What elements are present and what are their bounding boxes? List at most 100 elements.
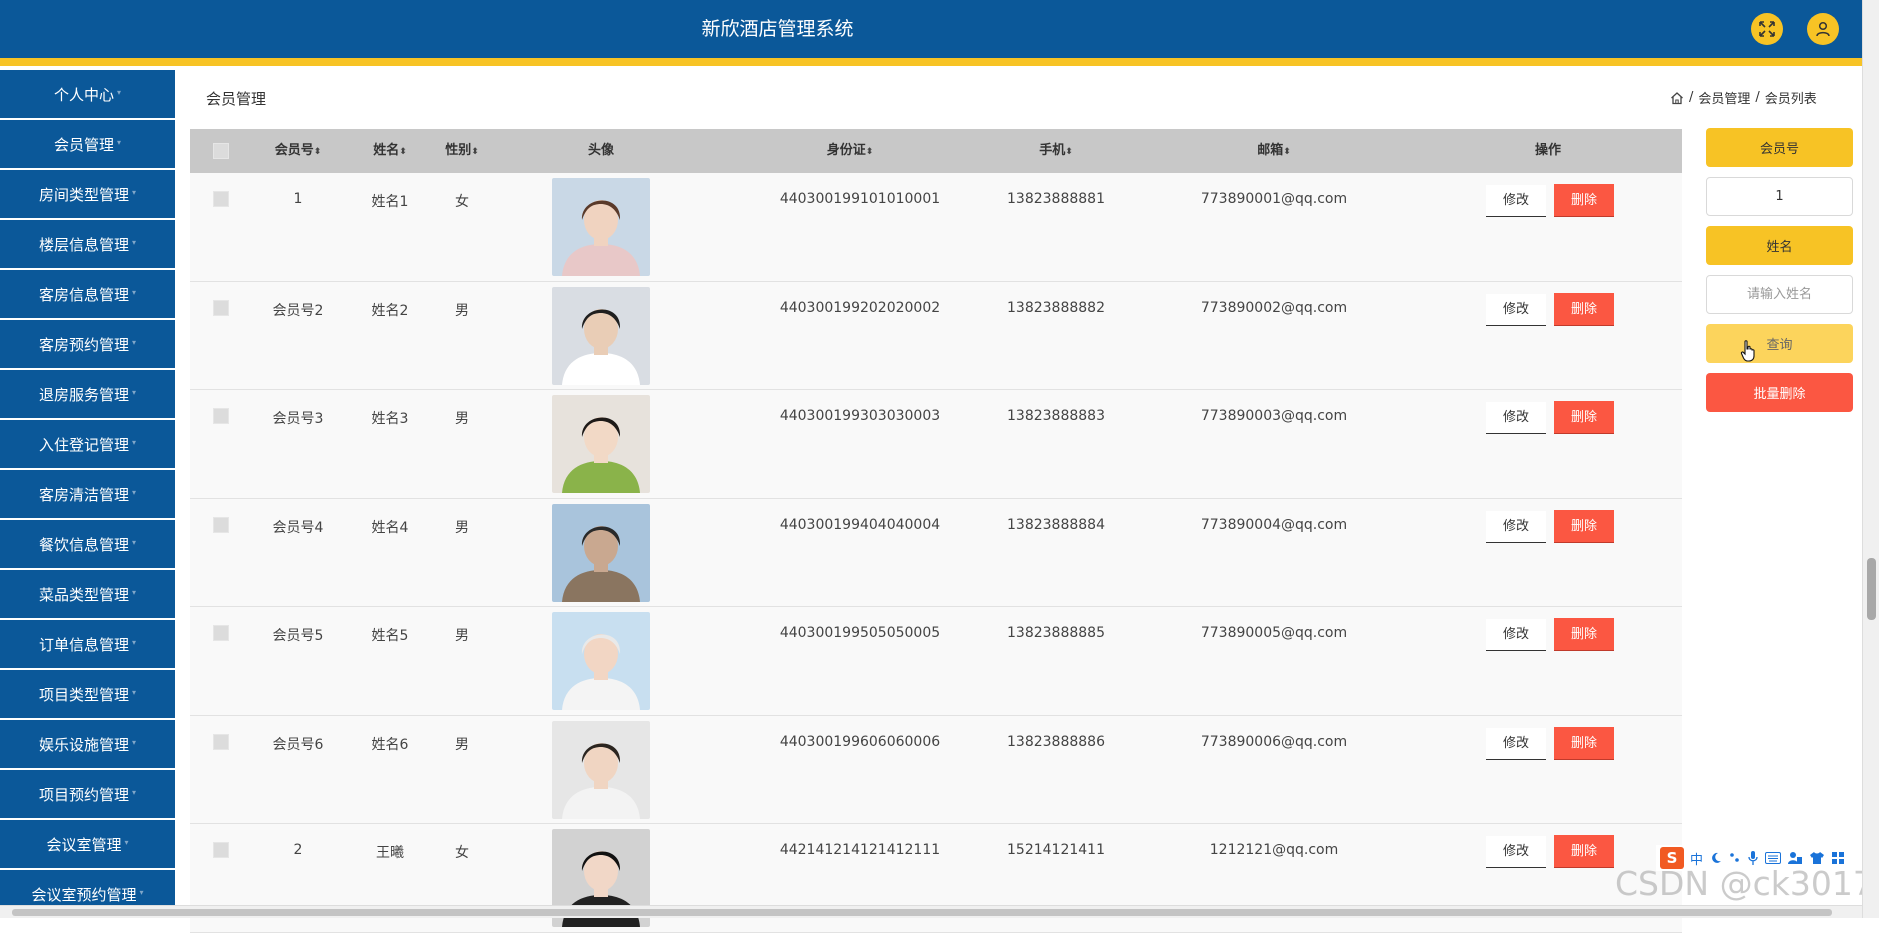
- cell-phone: 13823888883: [1007, 408, 1105, 424]
- keyboard-icon[interactable]: [1765, 852, 1782, 864]
- vertical-scrollbar[interactable]: [1862, 0, 1879, 918]
- vertical-scrollbar-thumb[interactable]: [1867, 558, 1876, 620]
- header-accent-stripe: [0, 58, 1862, 66]
- edit-button[interactable]: 修改: [1486, 293, 1546, 326]
- home-icon[interactable]: [1670, 91, 1684, 105]
- cell-phone: 15214121411: [1007, 842, 1105, 858]
- cell-gender: 女: [455, 845, 469, 861]
- edit-button[interactable]: 修改: [1486, 402, 1546, 434]
- batch-delete-button[interactable]: 批量删除: [1706, 373, 1853, 412]
- row-checkbox[interactable]: [213, 408, 229, 424]
- horizontal-scrollbar-thumb[interactable]: [12, 909, 1832, 916]
- sidebar-item-label: 订单信息管理: [38, 635, 129, 654]
- hand-cursor-icon: [1740, 340, 1755, 362]
- sidebar-item-3[interactable]: 楼层信息管理 ▾: [0, 220, 175, 268]
- edit-button[interactable]: 修改: [1486, 185, 1546, 217]
- row-checkbox[interactable]: [213, 516, 229, 533]
- grid-icon[interactable]: [1831, 851, 1845, 865]
- edit-button[interactable]: 修改: [1486, 619, 1546, 651]
- sidebar-item-13[interactable]: 娱乐设施管理 ▾: [0, 720, 175, 768]
- row-checkbox[interactable]: [213, 733, 229, 750]
- col-email[interactable]: 邮箱⬍: [1224, 129, 1324, 173]
- row-checkbox[interactable]: [213, 299, 229, 316]
- sidebar-item-4[interactable]: 客房信息管理 ▾: [0, 270, 175, 318]
- col-gender[interactable]: 性别⬍: [432, 129, 492, 173]
- sidebar-item-9[interactable]: 餐饮信息管理 ▾: [0, 520, 175, 568]
- delete-button[interactable]: 删除: [1554, 401, 1614, 434]
- sidebar-item-label: 项目预约管理: [38, 785, 129, 804]
- moon-icon[interactable]: [1709, 851, 1723, 865]
- chevron-down-icon: ▾: [117, 87, 122, 97]
- cell-name: 姓名2: [371, 302, 409, 319]
- select-all-checkbox[interactable]: [213, 143, 229, 159]
- edit-button[interactable]: 修改: [1486, 510, 1546, 543]
- horizontal-scrollbar[interactable]: [0, 905, 1862, 918]
- query-button[interactable]: 查询: [1706, 324, 1853, 363]
- sort-icon: ⬍: [471, 147, 479, 157]
- breadcrumb-item-member-management[interactable]: 会员管理: [1698, 88, 1750, 107]
- avatar: [552, 395, 650, 493]
- user-button[interactable]: [1807, 13, 1839, 45]
- col-avatar: 头像: [587, 143, 614, 158]
- table-header: 会员号⬍ 姓名⬍ 性别⬍ 头像 身份证⬍ 手机⬍ 邮箱⬍ 操作: [190, 129, 1682, 173]
- col-id-card[interactable]: 身份证⬍: [790, 129, 910, 173]
- chevron-down-icon: ▾: [139, 887, 144, 897]
- delete-button[interactable]: 删除: [1554, 835, 1614, 868]
- shirt-icon[interactable]: [1809, 851, 1825, 865]
- name-input[interactable]: [1706, 275, 1853, 314]
- col-actions: 操作: [1534, 143, 1561, 158]
- row-checkbox[interactable]: [213, 191, 229, 207]
- cell-member-no: 会员号6: [272, 736, 324, 753]
- sort-icon: ⬍: [1283, 147, 1291, 157]
- sidebar-item-6[interactable]: 退房服务管理 ▾: [0, 370, 175, 418]
- user-group-icon[interactable]: [1787, 851, 1803, 865]
- edit-button[interactable]: 修改: [1486, 836, 1546, 868]
- fullscreen-button[interactable]: [1751, 13, 1783, 45]
- avatar: [552, 286, 650, 385]
- row-checkbox[interactable]: [213, 842, 229, 858]
- cell-member-no: 会员号2: [272, 302, 324, 319]
- sidebar-item-12[interactable]: 项目类型管理 ▾: [0, 670, 175, 718]
- delete-button[interactable]: 删除: [1554, 726, 1614, 760]
- cell-phone: 13823888886: [1007, 733, 1105, 750]
- sidebar-item-label: 客房清洁管理: [38, 485, 129, 504]
- row-checkbox[interactable]: [213, 625, 229, 641]
- edit-button[interactable]: 修改: [1486, 727, 1546, 760]
- sidebar-item-8[interactable]: 客房清洁管理 ▾: [0, 470, 175, 518]
- sidebar-item-label: 会议室预约管理: [31, 885, 137, 904]
- cell-name: 姓名6: [371, 736, 409, 753]
- chevron-down-icon: ▾: [132, 787, 137, 797]
- delete-button[interactable]: 删除: [1554, 618, 1614, 651]
- chevron-down-icon: ▾: [132, 237, 137, 247]
- cell-phone: 13823888882: [1007, 299, 1105, 316]
- member-no-label: 会员号: [1706, 128, 1853, 167]
- col-name[interactable]: 姓名⬍: [360, 129, 420, 173]
- member-no-input[interactable]: [1706, 177, 1853, 216]
- sidebar-item-14[interactable]: 项目预约管理 ▾: [0, 770, 175, 818]
- sidebar-item-10[interactable]: 菜品类型管理 ▾: [0, 570, 175, 618]
- sidebar-item-label: 房间类型管理: [38, 185, 129, 204]
- cell-email: 1212121@qq.com: [1209, 842, 1339, 858]
- delete-button[interactable]: 删除: [1554, 184, 1614, 217]
- sidebar-item-16[interactable]: 会议室预约管理 ▾: [0, 870, 175, 905]
- delete-button[interactable]: 删除: [1554, 509, 1614, 543]
- delete-button[interactable]: 删除: [1554, 292, 1614, 326]
- sidebar-item-11[interactable]: 订单信息管理 ▾: [0, 620, 175, 668]
- sidebar-item-label: 楼层信息管理: [38, 235, 129, 254]
- cell-id-card: 440300199505050005: [779, 625, 941, 641]
- sidebar-item-7[interactable]: 入住登记管理 ▾: [0, 420, 175, 468]
- sidebar-item-1[interactable]: 会员管理 ▾: [0, 120, 175, 168]
- punctuation-icon[interactable]: [1729, 851, 1741, 865]
- col-member-no[interactable]: 会员号⬍: [262, 129, 334, 173]
- cell-email: 773890001@qq.com: [1200, 191, 1348, 207]
- chevron-down-icon: ▾: [132, 587, 137, 597]
- sidebar-item-2[interactable]: 房间类型管理 ▾: [0, 170, 175, 218]
- col-phone[interactable]: 手机⬍: [1006, 129, 1106, 173]
- sidebar-item-label: 入住登记管理: [38, 435, 129, 454]
- cell-id-card: 440300199202020002: [779, 299, 941, 316]
- sidebar-item-0[interactable]: 个人中心 ▾: [0, 70, 175, 118]
- cell-email: 773890004@qq.com: [1200, 516, 1348, 533]
- sidebar-item-15[interactable]: 会议室管理 ▾: [0, 820, 175, 868]
- sidebar-item-5[interactable]: 客房预约管理 ▾: [0, 320, 175, 368]
- cell-id-card: 440300199404040004: [779, 516, 941, 533]
